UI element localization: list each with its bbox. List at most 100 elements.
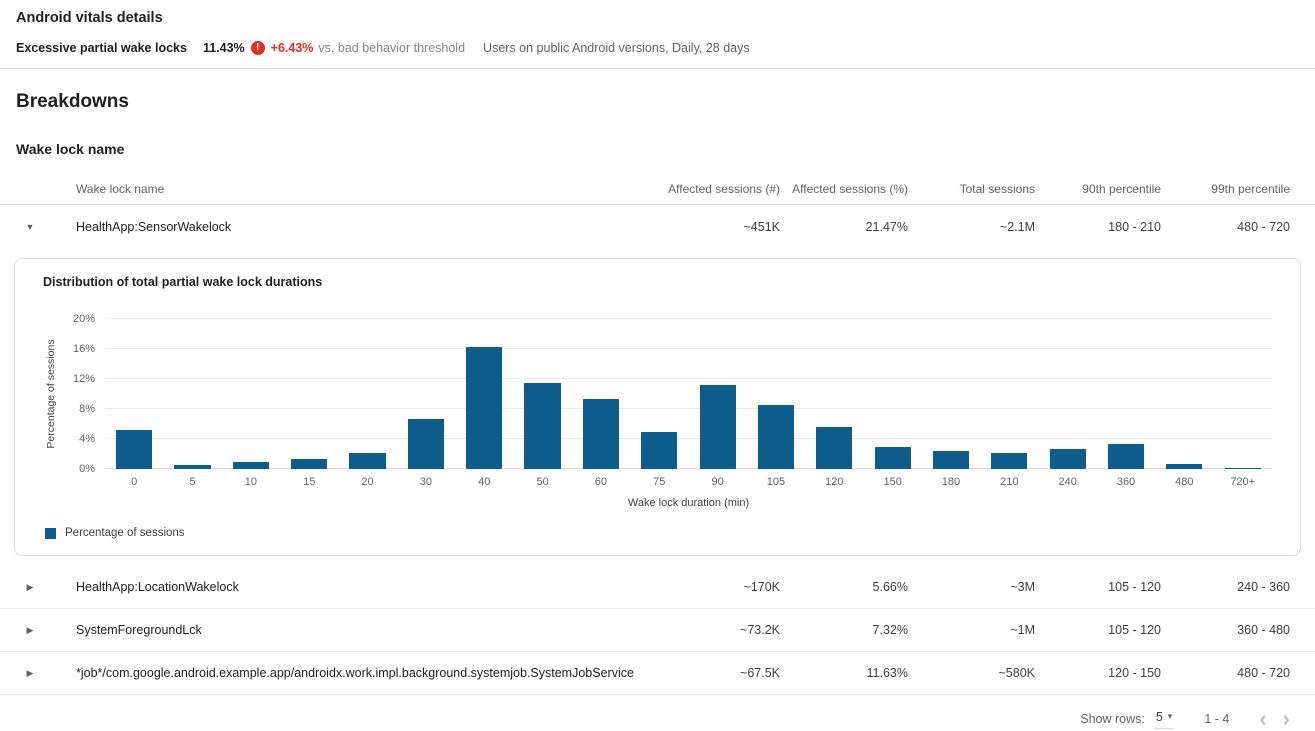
bar-slot bbox=[688, 319, 746, 469]
bar-slot bbox=[1155, 319, 1213, 469]
y-tick-label: 20% bbox=[73, 313, 95, 325]
bar-slot bbox=[572, 319, 630, 469]
bar-15 bbox=[291, 459, 327, 469]
col-header-total-sessions: Total sessions bbox=[908, 182, 1035, 196]
page-title: Android vitals details bbox=[16, 10, 1299, 26]
bar-slot bbox=[1214, 319, 1272, 469]
y-tick-label: 16% bbox=[73, 343, 95, 355]
bar-slot bbox=[280, 319, 338, 469]
next-page-button[interactable]: › bbox=[1283, 708, 1290, 730]
x-tick-label: 10 bbox=[222, 476, 280, 488]
chart-y-axis: 0%4%8%12%16%20% bbox=[61, 319, 105, 469]
x-tick-label: 15 bbox=[280, 476, 338, 488]
total-sessions-value: ~580K bbox=[908, 666, 1035, 680]
show-rows-select[interactable]: 5 ▾ bbox=[1154, 710, 1174, 729]
error-icon: ! bbox=[251, 41, 265, 55]
table-header-row: Wake lock name Affected sessions (#) Aff… bbox=[0, 173, 1315, 205]
x-tick-label: 50 bbox=[513, 476, 571, 488]
bar-slot bbox=[397, 319, 455, 469]
expand-row-icon[interactable]: ▶ bbox=[0, 625, 60, 636]
x-tick-label: 75 bbox=[630, 476, 688, 488]
wake-lock-name: SystemForegroundLck bbox=[60, 623, 640, 637]
p90-value: 105 - 120 bbox=[1035, 580, 1161, 594]
bars-container bbox=[105, 319, 1272, 469]
affected-count-value: ~67.5K bbox=[640, 666, 780, 680]
bar-90 bbox=[700, 385, 736, 469]
show-rows-value: 5 bbox=[1156, 710, 1163, 724]
bar-60 bbox=[583, 399, 619, 469]
affected-count-value: ~170K bbox=[640, 580, 780, 594]
section-title: Wake lock name bbox=[0, 113, 1315, 173]
total-sessions-value: ~2.1M bbox=[908, 220, 1035, 234]
total-sessions-value: ~3M bbox=[908, 580, 1035, 594]
p90-value: 180 - 210 bbox=[1035, 220, 1161, 234]
table-row[interactable]: ▶ SystemForegroundLck ~73.2K 7.32% ~1M 1… bbox=[0, 609, 1315, 652]
x-tick-label: 480 bbox=[1155, 476, 1213, 488]
table-row[interactable]: ▶ *job*/com.google.android.example.app/a… bbox=[0, 652, 1315, 695]
y-tick-label: 12% bbox=[73, 373, 95, 385]
total-sessions-value: ~1M bbox=[908, 623, 1035, 637]
bar-10 bbox=[233, 462, 269, 470]
chart-x-axis: 0510152030405060759010512015018021024036… bbox=[105, 476, 1272, 488]
x-tick-label: 720+ bbox=[1214, 476, 1272, 488]
legend-swatch bbox=[45, 528, 56, 539]
metric-delta: +6.43% bbox=[271, 41, 314, 55]
x-tick-label: 360 bbox=[1097, 476, 1155, 488]
table-row[interactable]: ▶ HealthApp:LocationWakelock ~170K 5.66%… bbox=[0, 566, 1315, 609]
affected-count-value: ~73.2K bbox=[640, 623, 780, 637]
bar-slot bbox=[455, 319, 513, 469]
bar-slot bbox=[1097, 319, 1155, 469]
x-tick-label: 240 bbox=[1039, 476, 1097, 488]
legend-label: Percentage of sessions bbox=[65, 527, 185, 539]
x-tick-label: 0 bbox=[105, 476, 163, 488]
bar-20 bbox=[349, 453, 385, 470]
expand-row-icon[interactable]: ▶ bbox=[0, 668, 60, 679]
expand-row-icon[interactable]: ▶ bbox=[0, 582, 60, 593]
bar-slot bbox=[805, 319, 863, 469]
bar-720+ bbox=[1225, 468, 1261, 470]
metric-summary-bar: Excessive partial wake locks 11.43% ! +6… bbox=[0, 26, 1315, 68]
bar-slot bbox=[105, 319, 163, 469]
bar-120 bbox=[816, 427, 852, 469]
table-row[interactable]: ▼ HealthApp:SensorWakelock ~451K 21.47% … bbox=[0, 205, 1315, 248]
bar-150 bbox=[875, 447, 911, 469]
bar-slot bbox=[747, 319, 805, 469]
p99-value: 480 - 720 bbox=[1161, 220, 1290, 234]
bar-slot bbox=[863, 319, 921, 469]
x-tick-label: 120 bbox=[805, 476, 863, 488]
p99-value: 240 - 360 bbox=[1161, 580, 1290, 594]
wake-lock-name: HealthApp:LocationWakelock bbox=[60, 580, 640, 594]
col-header-p99: 99th percentile bbox=[1161, 182, 1290, 196]
affected-pct-value: 5.66% bbox=[780, 580, 908, 594]
x-tick-label: 20 bbox=[338, 476, 396, 488]
y-tick-label: 4% bbox=[79, 433, 95, 445]
previous-page-button[interactable]: ‹ bbox=[1259, 708, 1266, 730]
collapse-row-icon[interactable]: ▼ bbox=[0, 222, 60, 232]
chart-plot bbox=[105, 319, 1272, 469]
breakdowns-heading: Breakdowns bbox=[0, 69, 1315, 113]
affected-count-value: ~451K bbox=[640, 220, 780, 234]
x-tick-label: 210 bbox=[980, 476, 1038, 488]
bar-75 bbox=[641, 432, 677, 470]
bar-30 bbox=[408, 419, 444, 469]
x-tick-label: 105 bbox=[747, 476, 805, 488]
p99-value: 360 - 480 bbox=[1161, 623, 1290, 637]
y-axis-title: Percentage of sessions bbox=[45, 339, 57, 448]
x-tick-label: 40 bbox=[455, 476, 513, 488]
bar-50 bbox=[524, 383, 560, 469]
wake-lock-name: HealthApp:SensorWakelock bbox=[60, 220, 640, 234]
wake-lock-name: *job*/com.google.android.example.app/and… bbox=[60, 666, 640, 680]
y-tick-label: 8% bbox=[79, 403, 95, 415]
col-header-affected-count: Affected sessions (#) bbox=[640, 182, 780, 196]
bar-slot bbox=[922, 319, 980, 469]
p99-value: 480 - 720 bbox=[1161, 666, 1290, 680]
p90-value: 120 - 150 bbox=[1035, 666, 1161, 680]
affected-pct-value: 21.47% bbox=[780, 220, 908, 234]
page-range: 1 - 4 bbox=[1204, 712, 1229, 726]
y-tick-label: 0% bbox=[79, 463, 95, 475]
bar-slot bbox=[513, 319, 571, 469]
x-tick-label: 30 bbox=[397, 476, 455, 488]
chart-legend: Percentage of sessions bbox=[45, 527, 1272, 547]
x-tick-label: 90 bbox=[688, 476, 746, 488]
chart-body: Percentage of sessions 0%4%8%12%16%20% bbox=[43, 319, 1272, 469]
